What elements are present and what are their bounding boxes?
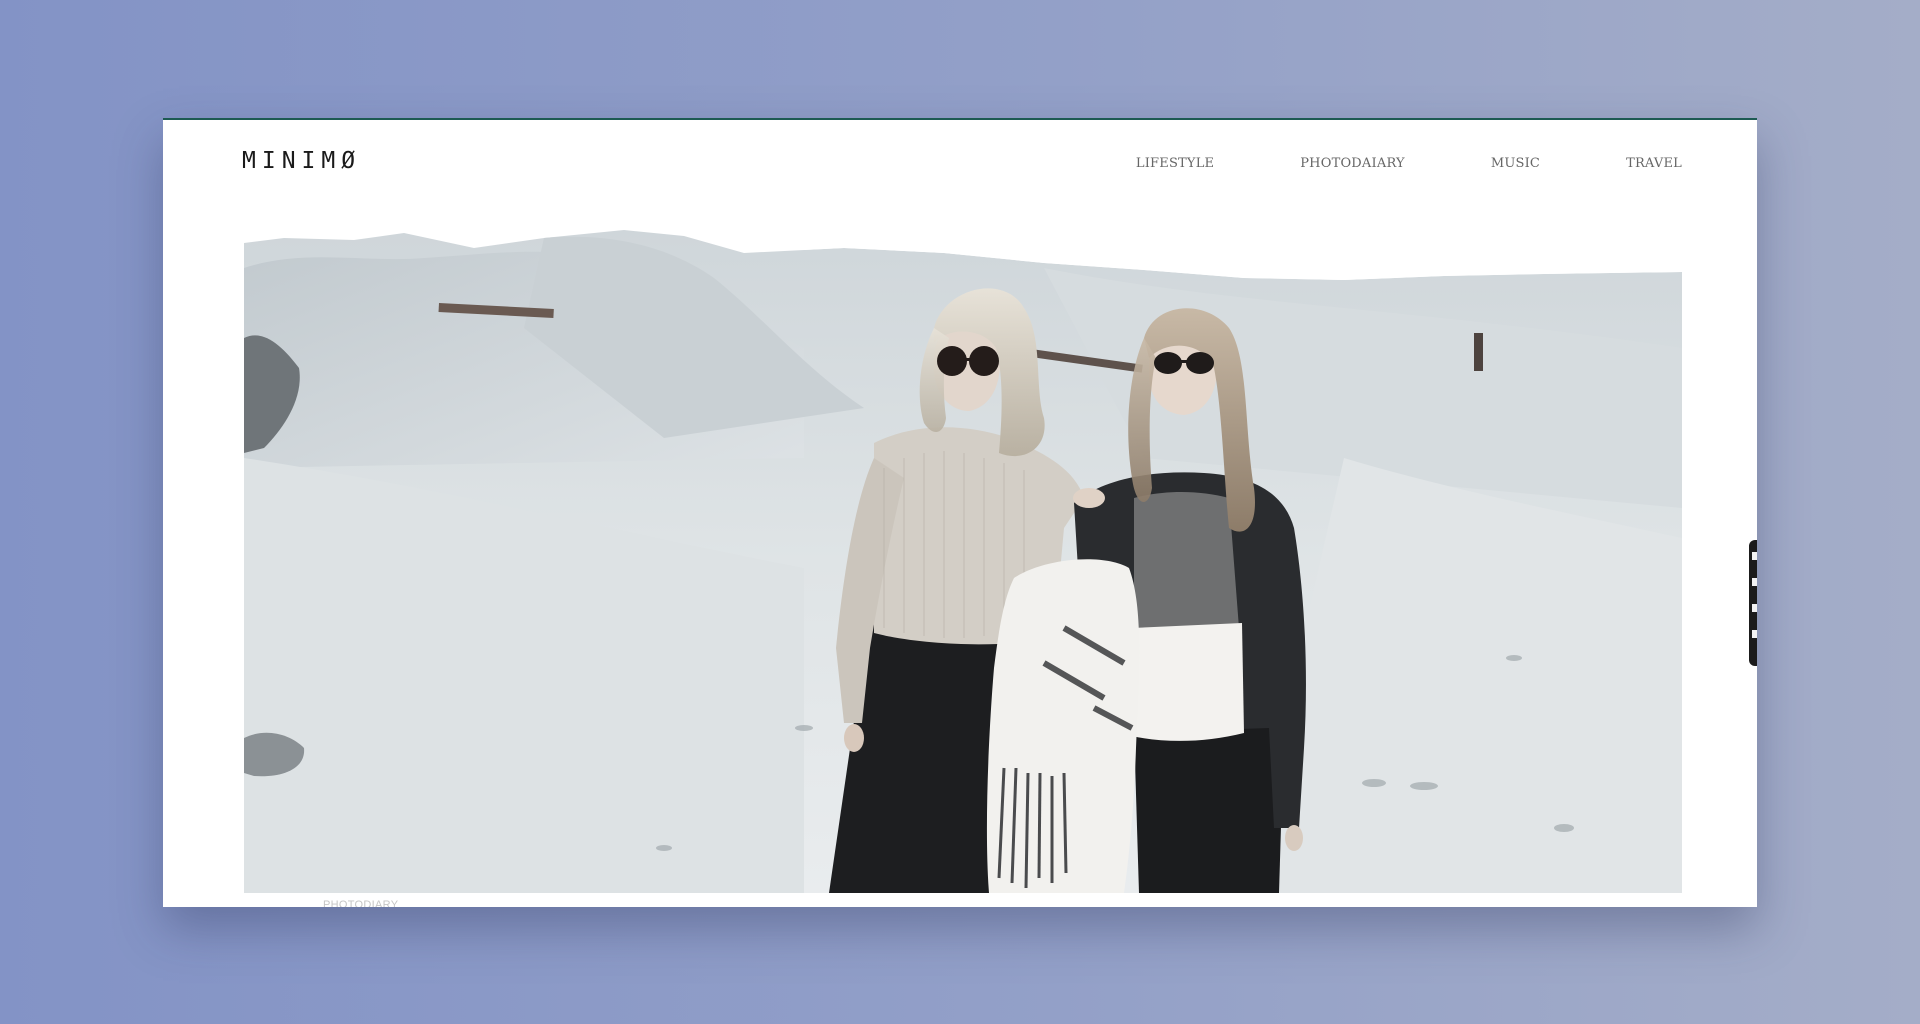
nav-item-lifestyle[interactable]: LIFESTYLE	[1136, 156, 1214, 171]
site-logo[interactable]: MINIMØ	[242, 148, 361, 174]
hero-caption: PHOTODIARY	[323, 899, 399, 907]
side-tab-mark-3	[1752, 604, 1757, 612]
hero-photo-illustration	[244, 208, 1682, 893]
browser-window: MINIMØ LIFESTYLE PHOTODAIARY MUSIC TRAVE…	[163, 118, 1757, 907]
side-tab-mark-4	[1752, 630, 1757, 638]
side-tab-mark-2	[1752, 578, 1757, 586]
blanket	[986, 559, 1140, 893]
side-feedback-tab[interactable]	[1749, 540, 1757, 666]
nav-item-photodiary[interactable]: PHOTODAIARY	[1300, 156, 1405, 171]
side-tab-mark-1	[1752, 552, 1757, 560]
nav-item-music[interactable]: MUSIC	[1491, 156, 1540, 171]
nav-item-travel[interactable]: TRAVEL	[1626, 156, 1682, 171]
hero-image[interactable]	[244, 208, 1682, 893]
main-nav: LIFESTYLE PHOTODAIARY MUSIC TRAVEL	[1050, 156, 1682, 171]
